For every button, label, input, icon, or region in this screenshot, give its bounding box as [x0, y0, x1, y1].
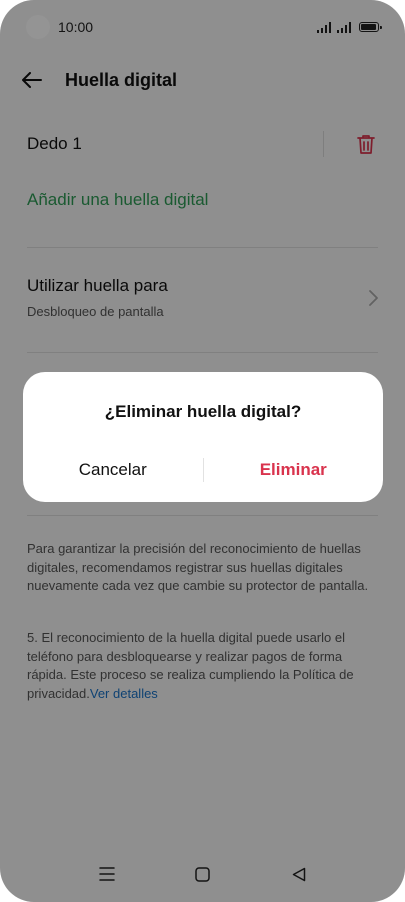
- dialog-title: ¿Eliminar huella digital?: [104, 402, 302, 421]
- delete-fingerprint-dialog: ¿Eliminar huella digital? Cancelar Elimi…: [23, 372, 383, 502]
- cancel-button[interactable]: Cancelar: [23, 460, 203, 480]
- confirm-delete-button[interactable]: Eliminar: [204, 460, 384, 480]
- phone-screen: 10:00 Huella digital Dedo 1 Añadir una h…: [0, 0, 405, 902]
- dialog-actions: Cancelar Eliminar: [23, 452, 383, 488]
